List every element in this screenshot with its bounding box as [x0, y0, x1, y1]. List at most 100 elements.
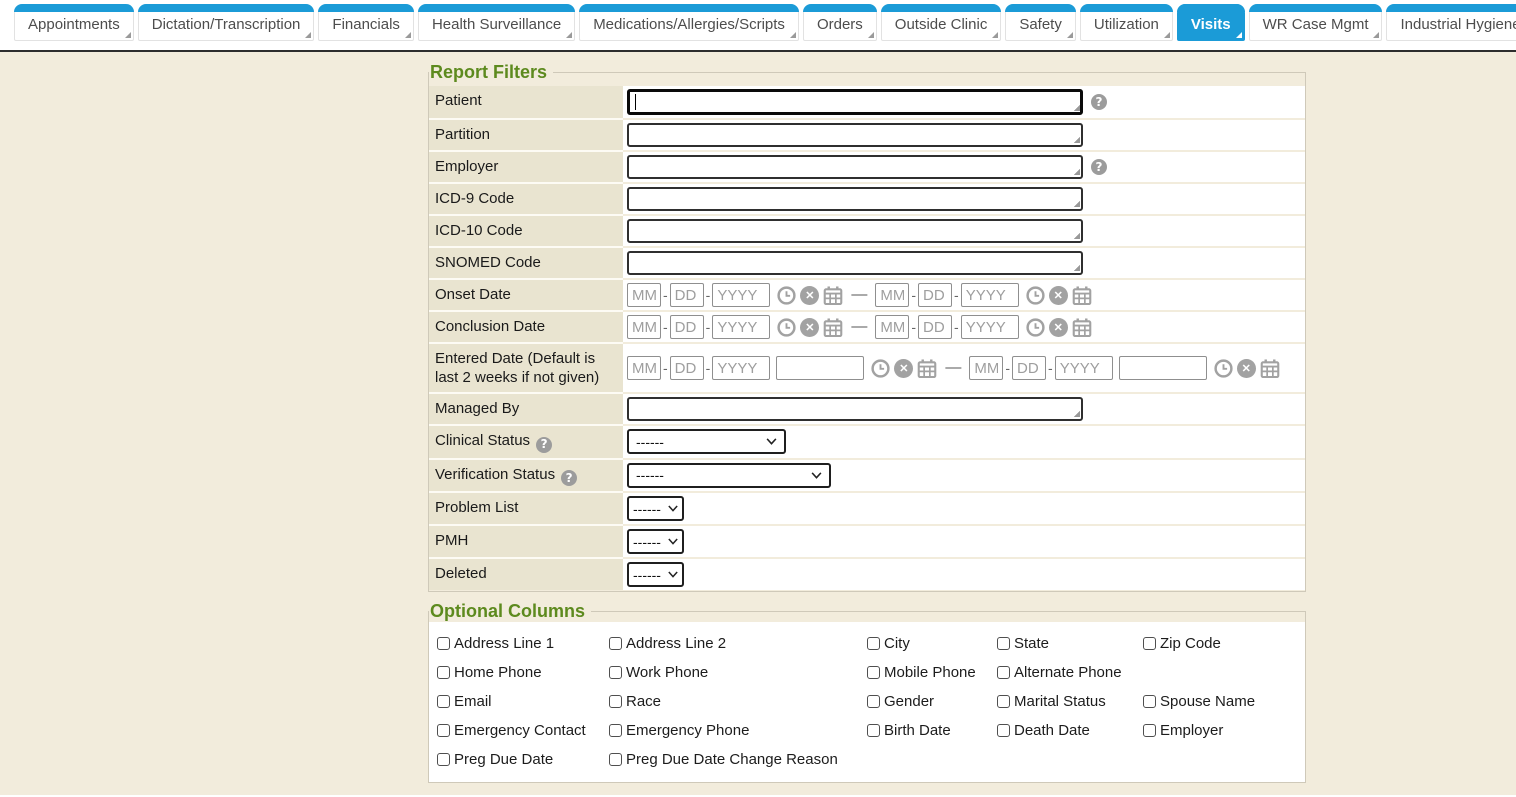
- checkbox-address-line-1[interactable]: [437, 637, 450, 650]
- checkbox-marital-status[interactable]: [997, 695, 1010, 708]
- onset-start-year-input[interactable]: [712, 283, 770, 307]
- checkbox-employer[interactable]: [1143, 724, 1156, 737]
- tab-visits[interactable]: Visits: [1177, 4, 1245, 41]
- checkbox-home-phone[interactable]: [437, 666, 450, 679]
- entered-start-day-input[interactable]: [670, 356, 704, 380]
- partition-input[interactable]: [627, 123, 1083, 147]
- entered-start-time-input[interactable]: [776, 356, 864, 380]
- onset-end-month-input[interactable]: [875, 283, 909, 307]
- checkbox-alternate-phone[interactable]: [997, 666, 1010, 679]
- filter-row-managed-by: Managed By: [429, 394, 1305, 426]
- help-icon[interactable]: ?: [536, 437, 552, 453]
- entered-end-time-input[interactable]: [1119, 356, 1207, 380]
- patient-input[interactable]: [627, 89, 1083, 115]
- report-filters-fieldset: Report Filters Patient ? Partition Emplo…: [428, 62, 1306, 592]
- clear-date-icon[interactable]: ✕: [1049, 318, 1068, 337]
- onset-end-day-input[interactable]: [918, 283, 952, 307]
- tab-appointments[interactable]: Appointments: [14, 4, 134, 41]
- time-clock-icon[interactable]: [1026, 286, 1045, 305]
- tab-utilization[interactable]: Utilization: [1080, 4, 1173, 41]
- clear-date-icon[interactable]: ✕: [1049, 286, 1068, 305]
- conclusion-start-year-input[interactable]: [712, 315, 770, 339]
- checkbox-death-date[interactable]: [997, 724, 1010, 737]
- clear-date-icon[interactable]: ✕: [800, 286, 819, 305]
- entered-start-month-input[interactable]: [627, 356, 661, 380]
- employer-input[interactable]: [627, 155, 1083, 179]
- onset-end-year-input[interactable]: [961, 283, 1019, 307]
- snomed-code-input[interactable]: [627, 251, 1083, 275]
- tab-dropdown-caret-icon: [305, 32, 311, 38]
- conclusion-end-day-input[interactable]: [918, 315, 952, 339]
- checkbox-address-line-2[interactable]: [609, 637, 622, 650]
- time-clock-icon[interactable]: [777, 286, 796, 305]
- filter-row-patient: Patient ?: [429, 86, 1305, 120]
- filter-row-partition: Partition: [429, 120, 1305, 152]
- conclusion-start-day-input[interactable]: [670, 315, 704, 339]
- tab-outside-clinic[interactable]: Outside Clinic: [881, 4, 1002, 41]
- conclusion-start-month-input[interactable]: [627, 315, 661, 339]
- problem-list-select[interactable]: ------: [627, 496, 684, 521]
- time-clock-icon[interactable]: [871, 359, 890, 378]
- verification-status-select[interactable]: ------: [627, 463, 831, 488]
- tab-safety[interactable]: Safety: [1005, 4, 1076, 41]
- checkbox-preg-due-date[interactable]: [437, 753, 450, 766]
- checkbox-race[interactable]: [609, 695, 622, 708]
- help-icon[interactable]: ?: [561, 470, 577, 486]
- calendar-icon[interactable]: [823, 286, 843, 305]
- optional-column-home-phone: Home Phone: [437, 661, 609, 683]
- entered-end-day-input[interactable]: [1012, 356, 1046, 380]
- icd9-code-input[interactable]: [627, 187, 1083, 211]
- checkbox-city[interactable]: [867, 637, 880, 650]
- deleted-select[interactable]: ------: [627, 562, 684, 587]
- clear-date-icon[interactable]: ✕: [800, 318, 819, 337]
- optional-column-city: City: [867, 632, 997, 654]
- managed-by-input[interactable]: [627, 397, 1083, 421]
- partition-label: Partition: [429, 120, 623, 152]
- time-clock-icon[interactable]: [1026, 318, 1045, 337]
- checkbox-email[interactable]: [437, 695, 450, 708]
- entered-end-year-input[interactable]: [1055, 356, 1113, 380]
- optional-columns-legend: Optional Columns: [429, 601, 591, 622]
- calendar-icon[interactable]: [1260, 359, 1280, 378]
- checkbox-mobile-phone[interactable]: [867, 666, 880, 679]
- calendar-icon[interactable]: [1072, 318, 1092, 337]
- help-icon[interactable]: ?: [1091, 159, 1107, 175]
- calendar-icon[interactable]: [917, 359, 937, 378]
- onset-start-day-input[interactable]: [670, 283, 704, 307]
- checkbox-zip-code[interactable]: [1143, 637, 1156, 650]
- tab-wr-case-mgmt[interactable]: WR Case Mgmt: [1249, 4, 1383, 41]
- checkbox-birth-date[interactable]: [867, 724, 880, 737]
- checkbox-spouse-name[interactable]: [1143, 695, 1156, 708]
- clear-date-icon[interactable]: ✕: [894, 359, 913, 378]
- conclusion-end-month-input[interactable]: [875, 315, 909, 339]
- pmh-select[interactable]: ------: [627, 529, 684, 554]
- onset-start-month-input[interactable]: [627, 283, 661, 307]
- optional-column-death-date: Death Date: [997, 719, 1143, 741]
- conclusion-end-year-input[interactable]: [961, 315, 1019, 339]
- clinical-status-select[interactable]: ------: [627, 429, 786, 454]
- calendar-icon[interactable]: [1072, 286, 1092, 305]
- icd10-code-input[interactable]: [627, 219, 1083, 243]
- tab-medications-allergies-scripts[interactable]: Medications/Allergies/Scripts: [579, 4, 799, 41]
- tab-orders[interactable]: Orders: [803, 4, 877, 41]
- tab-financials[interactable]: Financials: [318, 4, 414, 41]
- clear-date-icon[interactable]: ✕: [1237, 359, 1256, 378]
- time-clock-icon[interactable]: [777, 318, 796, 337]
- chevron-down-icon: [811, 472, 822, 479]
- tab-health-surveillance[interactable]: Health Surveillance: [418, 4, 575, 41]
- checkbox-state[interactable]: [997, 637, 1010, 650]
- help-icon[interactable]: ?: [1091, 94, 1107, 110]
- tab-dictation-transcription[interactable]: Dictation/Transcription: [138, 4, 315, 41]
- checkbox-emergency-contact[interactable]: [437, 724, 450, 737]
- entered-date-label: Entered Date (Default is last 2 weeks if…: [429, 344, 623, 394]
- checkbox-preg-due-date-change-reason[interactable]: [609, 753, 622, 766]
- tab-industrial-hygiene[interactable]: Industrial Hygiene: [1386, 4, 1516, 41]
- optional-column-mobile-phone: Mobile Phone: [867, 661, 997, 683]
- time-clock-icon[interactable]: [1214, 359, 1233, 378]
- calendar-icon[interactable]: [823, 318, 843, 337]
- checkbox-gender[interactable]: [867, 695, 880, 708]
- entered-end-month-input[interactable]: [969, 356, 1003, 380]
- entered-start-year-input[interactable]: [712, 356, 770, 380]
- checkbox-emergency-phone[interactable]: [609, 724, 622, 737]
- checkbox-work-phone[interactable]: [609, 666, 622, 679]
